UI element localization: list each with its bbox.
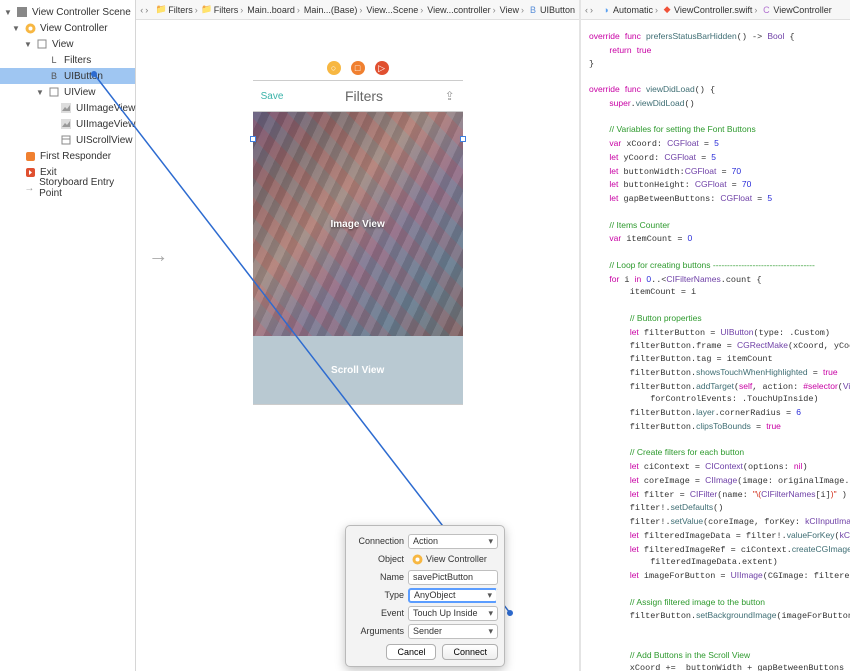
chevron-right-icon[interactable]: › xyxy=(590,5,593,15)
object-label: Object xyxy=(352,554,404,564)
image-view[interactable]: Image View xyxy=(253,112,463,336)
tree-uiimageview2[interactable]: UIImageView xyxy=(0,116,135,132)
tree-uiscrollview[interactable]: UIScrollView xyxy=(0,132,135,148)
viewcontroller-icon xyxy=(412,554,423,565)
tree-uibutton[interactable]: B UIButton xyxy=(0,68,135,84)
name-field[interactable]: savePictButton xyxy=(408,570,498,585)
crumb-item[interactable]: 📁Filters› xyxy=(202,5,244,15)
device-preview: ○ □ ▷ Save Filters ⇪ Image View Scroll V… xyxy=(253,56,463,422)
scene-icon xyxy=(16,6,28,18)
tree-scene[interactable]: ▼ View Controller Scene xyxy=(0,4,135,20)
button-icon: B xyxy=(48,70,60,82)
breadcrumb-left[interactable]: ‹ › 📁Filters› 📁Filters› Main..board› Mai… xyxy=(136,0,579,20)
folder-icon: 📁 xyxy=(156,5,166,15)
tree-label: Filters xyxy=(64,55,91,66)
connection-label: Connection xyxy=(352,536,404,546)
crumb-mode[interactable]: ◑Automatic› xyxy=(601,5,658,15)
tree-label: UIImageView xyxy=(76,119,135,130)
save-button[interactable]: Save xyxy=(261,91,284,102)
automatic-icon: ◑ xyxy=(601,5,611,15)
tree-label: View Controller Scene xyxy=(32,7,131,18)
crumb-class[interactable]: CViewController xyxy=(761,5,831,15)
entry-point-arrow-icon: → xyxy=(148,245,168,268)
crumb-item[interactable]: 📁Filters› xyxy=(156,5,198,15)
arrow-right-icon: → xyxy=(24,182,35,194)
image-view-label: Image View xyxy=(330,219,384,230)
crumb-item[interactable]: View...controller› xyxy=(427,5,495,15)
scene-top-bar[interactable]: ○ □ ▷ xyxy=(253,56,463,80)
tree-label: UIScrollView xyxy=(76,135,133,146)
folder-icon: 📁 xyxy=(202,5,212,15)
tree-label: UIButton xyxy=(64,71,103,82)
object-field: View Controller xyxy=(408,552,498,567)
connection-dropdown[interactable]: Action xyxy=(408,534,498,549)
code-editor[interactable]: override func prefersStatusBarHidden() -… xyxy=(581,20,850,671)
chevron-left-icon[interactable]: ‹ xyxy=(140,5,143,15)
tree-uiview[interactable]: ▼ UIView xyxy=(0,84,135,100)
tree-label: View Controller xyxy=(40,23,108,34)
cancel-button[interactable]: Cancel xyxy=(386,644,436,660)
nav-arrows[interactable]: ‹ › xyxy=(585,5,593,15)
chevron-right-icon[interactable]: › xyxy=(145,5,148,15)
arguments-label: Arguments xyxy=(352,626,404,636)
crumb-item[interactable]: BUIButton xyxy=(528,5,575,15)
scroll-view-label: Scroll View xyxy=(331,365,384,376)
crumb-item[interactable]: View› xyxy=(500,5,524,15)
breadcrumb-right[interactable]: ‹ › ◑Automatic› ◆ViewController.swift› C… xyxy=(581,0,850,20)
event-dropdown[interactable]: Touch Up Inside xyxy=(408,606,498,621)
crumb-item[interactable]: Main..board› xyxy=(247,5,300,15)
button-icon: B xyxy=(528,5,538,15)
crumb-item[interactable]: Main...(Base)› xyxy=(304,5,363,15)
view-icon xyxy=(36,38,48,50)
scroll-icon xyxy=(60,134,72,146)
view-icon xyxy=(48,86,60,98)
viewcontroller-icon xyxy=(24,22,36,34)
share-icon[interactable]: ⇪ xyxy=(445,89,455,103)
type-label: Type xyxy=(352,590,404,600)
document-outline-panel: ▼ View Controller Scene ▼ View Controlle… xyxy=(0,0,136,671)
selection-handle[interactable] xyxy=(460,136,466,142)
nav-bar: Save Filters ⇪ xyxy=(253,80,463,112)
tree-entry-point[interactable]: → Storyboard Entry Point xyxy=(0,180,135,196)
nav-arrows[interactable]: ‹ › xyxy=(140,5,148,15)
swift-icon: ◆ xyxy=(662,5,672,15)
name-label: Name xyxy=(352,572,404,582)
selection-handle[interactable] xyxy=(250,136,256,142)
arguments-dropdown[interactable]: Sender xyxy=(408,624,498,639)
tree-label: View xyxy=(52,39,74,50)
tree-label: Exit xyxy=(40,167,57,178)
image-icon xyxy=(60,102,72,114)
event-label: Event xyxy=(352,608,404,618)
image-icon xyxy=(60,118,72,130)
exit-icon[interactable]: ▷ xyxy=(375,61,389,75)
connect-button[interactable]: Connect xyxy=(442,644,498,660)
tree-label: Storyboard Entry Point xyxy=(39,177,135,199)
tree-view[interactable]: ▼ View xyxy=(0,36,135,52)
class-icon: C xyxy=(761,5,771,15)
tree-uiimageview1[interactable]: UIImageView xyxy=(0,100,135,116)
tree-vc[interactable]: ▼ View Controller xyxy=(0,20,135,36)
viewcontroller-icon[interactable]: ○ xyxy=(327,61,341,75)
crumb-item[interactable]: View...Scene› xyxy=(366,5,423,15)
tree-filters-label[interactable]: L Filters xyxy=(0,52,135,68)
tree-label: UIImageView xyxy=(76,103,135,114)
first-responder-icon xyxy=(24,150,36,162)
tree-label: First Responder xyxy=(40,151,111,162)
assistant-editor-panel: ‹ › ◑Automatic› ◆ViewController.swift› C… xyxy=(579,0,850,671)
label-icon: L xyxy=(48,54,60,66)
crumb-file[interactable]: ◆ViewController.swift› xyxy=(662,5,757,15)
chevron-left-icon[interactable]: ‹ xyxy=(585,5,588,15)
scene-tree: ▼ View Controller Scene ▼ View Controlle… xyxy=(0,0,135,200)
scroll-view[interactable]: Scroll View xyxy=(253,336,463,404)
first-responder-icon[interactable]: □ xyxy=(351,61,365,75)
nav-title: Filters xyxy=(345,88,383,104)
type-dropdown[interactable]: AnyObject xyxy=(408,588,498,603)
tree-label: UIView xyxy=(64,87,96,98)
exit-icon xyxy=(24,166,36,178)
tree-first-responder[interactable]: First Responder xyxy=(0,148,135,164)
tab-bar xyxy=(253,404,463,422)
connection-popover: Connection Action Object View Controller… xyxy=(345,525,505,667)
